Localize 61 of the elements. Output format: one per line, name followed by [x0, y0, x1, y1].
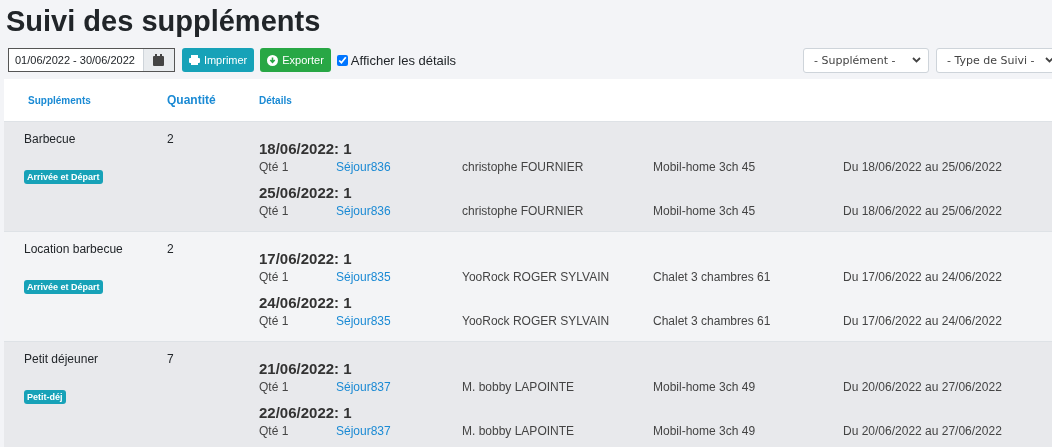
date-heading: 17/06/2022: 1: [259, 249, 353, 269]
client-name: M. bobby LAPOINTE: [462, 379, 576, 396]
lodging-text: Chalet 3 chambres 61: [653, 269, 772, 286]
details-checkbox[interactable]: [336, 54, 348, 66]
date-heading: 25/06/2022: 1: [259, 183, 353, 203]
stay-link[interactable]: Séjour836: [336, 203, 462, 220]
quantity-text: Qté 1: [259, 423, 290, 440]
lodging-text: Chalet 3 chambres 61: [653, 313, 772, 330]
quantity-text: Qté 1: [259, 379, 290, 396]
client-name: christophe FOURNIER: [462, 203, 585, 220]
client-name: YooRock ROGER SYLVAIN: [462, 269, 611, 286]
chevron-down-icon: [1045, 57, 1052, 63]
date-heading: 24/06/2022: 1: [259, 293, 353, 313]
period-text: Du 17/06/2022 au 24/06/2022: [843, 313, 1002, 330]
lodging-text: Mobil-home 3ch 45: [653, 159, 757, 176]
client-name: christophe FOURNIER: [462, 159, 585, 176]
quantity-cell: 2: [167, 242, 174, 256]
period-text: Du 17/06/2022 au 24/06/2022: [843, 269, 1002, 286]
chevron-down-icon: [912, 57, 921, 63]
details-label: Afficher les détails: [350, 52, 457, 68]
page-title: Suivi des suppléments: [5, 4, 322, 39]
date-heading: 21/06/2022: 1: [259, 359, 353, 379]
client-name: YooRock ROGER SYLVAIN: [462, 313, 611, 330]
quantity-text: Qté 1: [259, 203, 290, 220]
filter-select[interactable]: - Supplément -: [803, 47, 929, 73]
period-text: Du 20/06/2022 au 27/06/2022: [843, 379, 1002, 396]
supplement-name: Petit déjeuner: [24, 352, 99, 366]
date-heading: 22/06/2022: 1: [259, 403, 353, 423]
supplement-name: Location barbecue: [24, 242, 123, 256]
stay-link[interactable]: Séjour836: [336, 159, 462, 176]
stay-link[interactable]: Séjour835: [336, 313, 462, 330]
stay-link[interactable]: Séjour837: [336, 379, 462, 396]
calendar-icon: [153, 54, 165, 66]
quantity-text: Qté 1: [259, 159, 290, 176]
download-icon: [267, 54, 279, 66]
supplement-name: Barbecue: [24, 132, 76, 146]
tracking-badge: Petit-déj: [24, 390, 66, 404]
filter-select[interactable]: - Type de Suivi -: [936, 47, 1052, 73]
tracking-badge: Arrivée et Départ: [24, 170, 103, 184]
lodging-text: Mobil-home 3ch 49: [653, 423, 757, 440]
client-name: M. bobby LAPOINTE: [462, 423, 576, 440]
date-heading: 18/06/2022: 1: [259, 139, 353, 159]
quantity-cell: 7: [167, 352, 174, 366]
period-text: Du 20/06/2022 au 27/06/2022: [843, 423, 1002, 440]
period-text: Du 18/06/2022 au 25/06/2022: [843, 159, 1002, 176]
lodging-text: Mobil-home 3ch 45: [653, 203, 757, 220]
stay-link[interactable]: Séjour837: [336, 423, 462, 440]
quantity-cell: 2: [167, 132, 174, 146]
printer-icon: [188, 55, 200, 65]
column-header: Quantité: [167, 93, 217, 107]
quantity-text: Qté 1: [259, 269, 290, 286]
print-button[interactable]: Imprimer: [181, 48, 255, 72]
stay-link[interactable]: Séjour835: [336, 269, 462, 286]
period-text: Du 18/06/2022 au 25/06/2022: [843, 203, 1002, 220]
column-header: Détails: [259, 94, 293, 106]
lodging-text: Mobil-home 3ch 49: [653, 379, 757, 396]
quantity-text: Qté 1: [259, 313, 290, 330]
date-range-field[interactable]: 01/06/2022 - 30/06/2022: [8, 48, 175, 72]
tracking-badge: Arrivée et Départ: [24, 280, 103, 294]
column-header: Suppléments: [27, 94, 92, 106]
export-button[interactable]: Exporter: [260, 48, 331, 72]
